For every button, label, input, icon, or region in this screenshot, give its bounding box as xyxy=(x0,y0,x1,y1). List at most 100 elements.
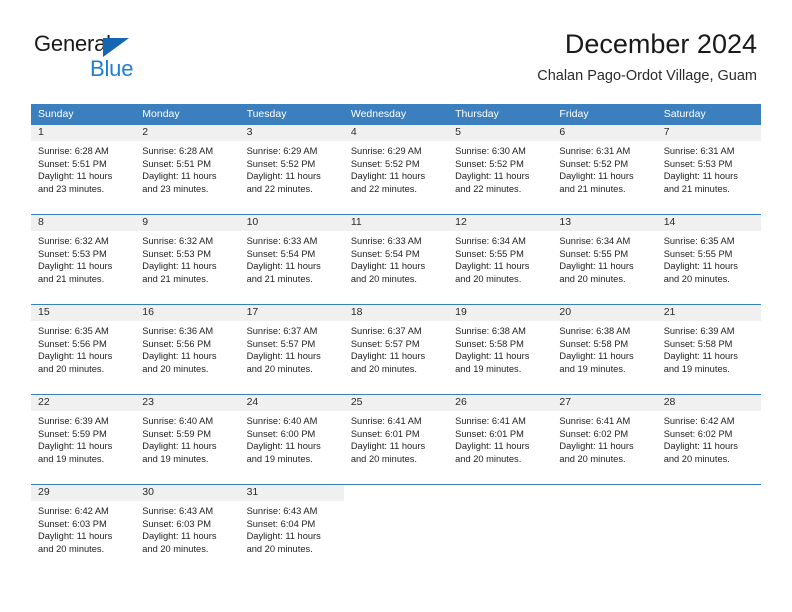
sunrise-text: Sunrise: 6:41 AM xyxy=(559,416,631,426)
day-details: Sunrise: 6:43 AM Sunset: 6:04 PM Dayligh… xyxy=(240,501,344,555)
day-cell[interactable]: 26 Sunrise: 6:41 AM Sunset: 6:01 PM Dayl… xyxy=(448,395,553,484)
day-cell[interactable]: 21 Sunrise: 6:39 AM Sunset: 5:58 PM Dayl… xyxy=(656,305,761,394)
day-number: 31 xyxy=(239,485,344,501)
daylight-text-line2: and 23 minutes. xyxy=(38,183,105,194)
day-cell[interactable]: 20 Sunrise: 6:38 AM Sunset: 5:58 PM Dayl… xyxy=(552,305,657,394)
daylight-text-line1: Daylight: 11 hours xyxy=(663,351,738,362)
day-number: 19 xyxy=(448,305,553,321)
day-number: 29 xyxy=(31,485,136,501)
daylight-text-line2: and 20 minutes. xyxy=(350,273,417,284)
sunset-text: Sunset: 6:03 PM xyxy=(142,518,212,529)
logo-text-general: General xyxy=(34,31,111,56)
day-number xyxy=(552,485,657,501)
daylight-text-line1: Daylight: 11 hours xyxy=(38,171,113,182)
sunset-text: Sunset: 6:03 PM xyxy=(38,518,107,529)
day-cell[interactable]: 24 Sunrise: 6:40 AM Sunset: 6:00 PM Dayl… xyxy=(239,395,344,484)
daylight-text-line1: Daylight: 11 hours xyxy=(38,531,113,542)
daylight-text-line2: and 22 minutes. xyxy=(246,183,313,194)
daylight-text-line2: and 20 minutes. xyxy=(246,543,313,554)
day-cell[interactable]: 28 Sunrise: 6:42 AM Sunset: 6:02 PM Dayl… xyxy=(656,395,761,484)
day-number: 27 xyxy=(552,395,657,411)
sunrise-text: Sunrise: 6:38 AM xyxy=(559,326,631,336)
day-cell[interactable]: 6 Sunrise: 6:31 AM Sunset: 5:52 PM Dayli… xyxy=(552,125,657,214)
day-cell[interactable]: 1 Sunrise: 6:28 AM Sunset: 5:51 PM Dayli… xyxy=(31,125,136,214)
daylight-text-line2: and 19 minutes. xyxy=(455,363,522,374)
day-cell[interactable]: 11 Sunrise: 6:33 AM Sunset: 5:54 PM Dayl… xyxy=(343,215,449,304)
day-cell-empty xyxy=(656,485,761,574)
calendar-grid: Sunday Monday Tuesday Wednesday Thursday… xyxy=(31,104,761,574)
logo-triangle-icon xyxy=(103,38,129,57)
sunset-text: Sunset: 6:02 PM xyxy=(663,428,733,439)
sunrise-text: Sunrise: 6:35 AM xyxy=(663,236,735,246)
day-cell[interactable]: 29 Sunrise: 6:42 AM Sunset: 6:03 PM Dayl… xyxy=(31,485,136,574)
sunset-text: Sunset: 5:59 PM xyxy=(142,428,212,439)
day-number: 2 xyxy=(135,125,240,141)
day-cell[interactable]: 19 Sunrise: 6:38 AM Sunset: 5:58 PM Dayl… xyxy=(448,305,553,394)
daylight-text-line2: and 19 minutes. xyxy=(663,363,730,374)
day-details: Sunrise: 6:34 AM Sunset: 5:55 PM Dayligh… xyxy=(448,231,552,285)
sunset-text: Sunset: 5:52 PM xyxy=(350,158,420,169)
sunrise-text: Sunrise: 6:37 AM xyxy=(350,326,422,336)
sunset-text: Sunset: 5:54 PM xyxy=(246,248,316,259)
day-cell[interactable]: 5 Sunrise: 6:30 AM Sunset: 5:52 PM Dayli… xyxy=(448,125,553,214)
day-cell[interactable]: 4 Sunrise: 6:29 AM Sunset: 5:52 PM Dayli… xyxy=(343,125,449,214)
page-header: General Blue December 2024 Chalan Pago-O… xyxy=(0,0,792,103)
day-cell[interactable]: 8 Sunrise: 6:32 AM Sunset: 5:53 PM Dayli… xyxy=(31,215,136,304)
day-cell[interactable]: 2 Sunrise: 6:28 AM Sunset: 5:51 PM Dayli… xyxy=(135,125,240,214)
daylight-text-line2: and 20 minutes. xyxy=(142,543,209,554)
day-cell[interactable]: 18 Sunrise: 6:37 AM Sunset: 5:57 PM Dayl… xyxy=(343,305,449,394)
day-cell[interactable]: 25 Sunrise: 6:41 AM Sunset: 6:01 PM Dayl… xyxy=(343,395,449,484)
day-number xyxy=(343,485,449,501)
sunrise-text: Sunrise: 6:28 AM xyxy=(142,146,214,156)
sunrise-text: Sunrise: 6:35 AM xyxy=(38,326,109,336)
day-details: Sunrise: 6:39 AM Sunset: 5:58 PM Dayligh… xyxy=(657,321,761,375)
day-details: Sunrise: 6:28 AM Sunset: 5:51 PM Dayligh… xyxy=(31,141,135,195)
day-cell[interactable]: 15 Sunrise: 6:35 AM Sunset: 5:56 PM Dayl… xyxy=(31,305,136,394)
daylight-text-line2: and 20 minutes. xyxy=(455,453,522,464)
sunset-text: Sunset: 5:56 PM xyxy=(142,338,212,349)
sunrise-text: Sunrise: 6:42 AM xyxy=(663,416,735,426)
daylight-text-line1: Daylight: 11 hours xyxy=(559,171,634,182)
title-block: December 2024 Chalan Pago-Ordot Village,… xyxy=(537,28,757,86)
day-number: 1 xyxy=(31,125,136,141)
daylight-text-line2: and 21 minutes. xyxy=(246,273,313,284)
daylight-text-line1: Daylight: 11 hours xyxy=(38,351,113,362)
sunrise-text: Sunrise: 6:41 AM xyxy=(455,416,526,426)
day-details: Sunrise: 6:33 AM Sunset: 5:54 PM Dayligh… xyxy=(240,231,344,285)
day-cell[interactable]: 9 Sunrise: 6:32 AM Sunset: 5:53 PM Dayli… xyxy=(135,215,240,304)
calendar-week-row: 1 Sunrise: 6:28 AM Sunset: 5:51 PM Dayli… xyxy=(31,124,761,214)
sunset-text: Sunset: 6:01 PM xyxy=(455,428,524,439)
day-number: 13 xyxy=(552,215,657,231)
day-cell[interactable]: 14 Sunrise: 6:35 AM Sunset: 5:55 PM Dayl… xyxy=(656,215,761,304)
day-cell[interactable]: 31 Sunrise: 6:43 AM Sunset: 6:04 PM Dayl… xyxy=(239,485,344,574)
daylight-text-line2: and 20 minutes. xyxy=(559,273,626,284)
daylight-text-line1: Daylight: 11 hours xyxy=(559,351,634,362)
day-number: 3 xyxy=(239,125,344,141)
daylight-text-line1: Daylight: 11 hours xyxy=(246,171,321,182)
day-number: 14 xyxy=(656,215,761,231)
sunrise-text: Sunrise: 6:31 AM xyxy=(663,146,735,156)
day-cell[interactable]: 13 Sunrise: 6:34 AM Sunset: 5:55 PM Dayl… xyxy=(552,215,657,304)
sunset-text: Sunset: 6:02 PM xyxy=(559,428,629,439)
day-cell[interactable]: 27 Sunrise: 6:41 AM Sunset: 6:02 PM Dayl… xyxy=(552,395,657,484)
day-number: 20 xyxy=(552,305,657,321)
generalblue-logo[interactable]: General Blue xyxy=(34,31,224,81)
day-cell[interactable]: 16 Sunrise: 6:36 AM Sunset: 5:56 PM Dayl… xyxy=(135,305,240,394)
sunset-text: Sunset: 5:57 PM xyxy=(246,338,316,349)
day-cell[interactable]: 30 Sunrise: 6:43 AM Sunset: 6:03 PM Dayl… xyxy=(135,485,240,574)
daylight-text-line1: Daylight: 11 hours xyxy=(559,261,634,272)
day-cell[interactable]: 23 Sunrise: 6:40 AM Sunset: 5:59 PM Dayl… xyxy=(135,395,240,484)
day-details: Sunrise: 6:43 AM Sunset: 6:03 PM Dayligh… xyxy=(135,501,239,555)
day-details: Sunrise: 6:42 AM Sunset: 6:03 PM Dayligh… xyxy=(31,501,135,555)
day-details: Sunrise: 6:42 AM Sunset: 6:02 PM Dayligh… xyxy=(657,411,761,465)
daylight-text-line2: and 20 minutes. xyxy=(663,273,730,284)
day-cell[interactable]: 22 Sunrise: 6:39 AM Sunset: 5:59 PM Dayl… xyxy=(31,395,136,484)
day-cell[interactable]: 17 Sunrise: 6:37 AM Sunset: 5:57 PM Dayl… xyxy=(239,305,344,394)
day-cell[interactable]: 10 Sunrise: 6:33 AM Sunset: 5:54 PM Dayl… xyxy=(239,215,344,304)
daylight-text-line2: and 20 minutes. xyxy=(38,543,105,554)
day-cell[interactable]: 12 Sunrise: 6:34 AM Sunset: 5:55 PM Dayl… xyxy=(448,215,553,304)
day-cell[interactable]: 3 Sunrise: 6:29 AM Sunset: 5:52 PM Dayli… xyxy=(239,125,344,214)
sunrise-text: Sunrise: 6:39 AM xyxy=(38,416,109,426)
day-cell[interactable]: 7 Sunrise: 6:31 AM Sunset: 5:53 PM Dayli… xyxy=(656,125,761,214)
day-number: 7 xyxy=(656,125,761,141)
